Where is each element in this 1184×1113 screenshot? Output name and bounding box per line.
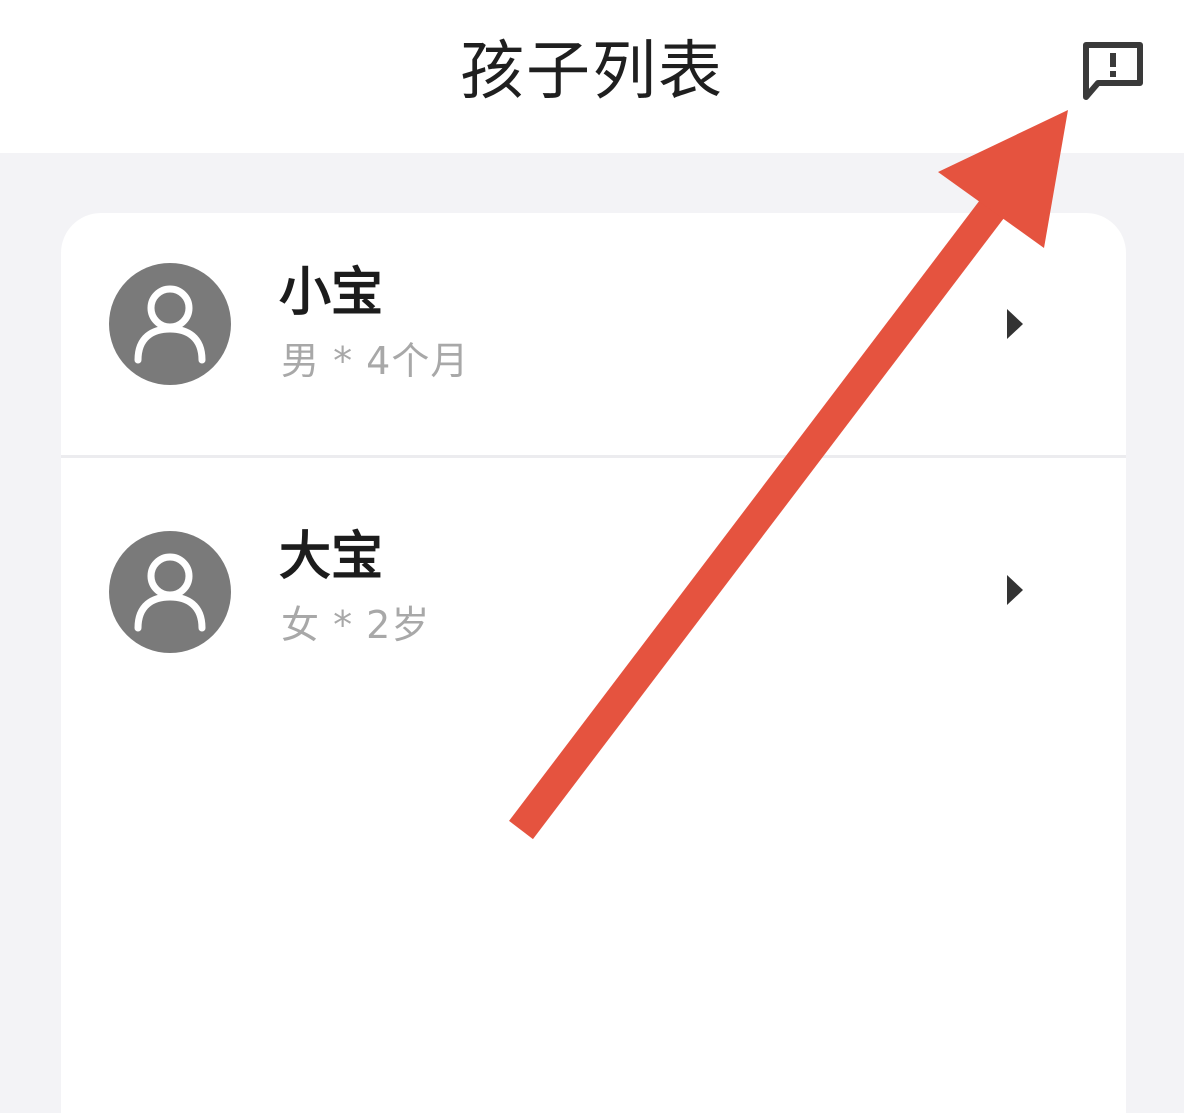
child-row-dabao[interactable]: 大宝 女 * 2岁 (61, 457, 1126, 697)
chevron-right-icon (1007, 575, 1023, 605)
top-bar: 孩子列表 (0, 0, 1184, 153)
child-gender-age: 男 * 4个月 (281, 339, 470, 383)
child-name: 大宝 (279, 527, 384, 587)
page-title: 孩子列表 (460, 35, 724, 109)
person-avatar-icon (109, 531, 231, 653)
feedback-button[interactable] (1076, 36, 1148, 106)
child-row-xiaobao[interactable]: 小宝 男 * 4个月 (61, 213, 1126, 453)
feedback-message-icon (1083, 42, 1143, 100)
child-gender-age: 女 * 2岁 (281, 603, 431, 647)
chevron-right-icon (1007, 309, 1023, 339)
child-name: 小宝 (279, 263, 384, 323)
person-avatar-icon (109, 263, 231, 385)
children-list-card: 小宝 男 * 4个月 大宝 女 * 2岁 (61, 213, 1126, 1113)
